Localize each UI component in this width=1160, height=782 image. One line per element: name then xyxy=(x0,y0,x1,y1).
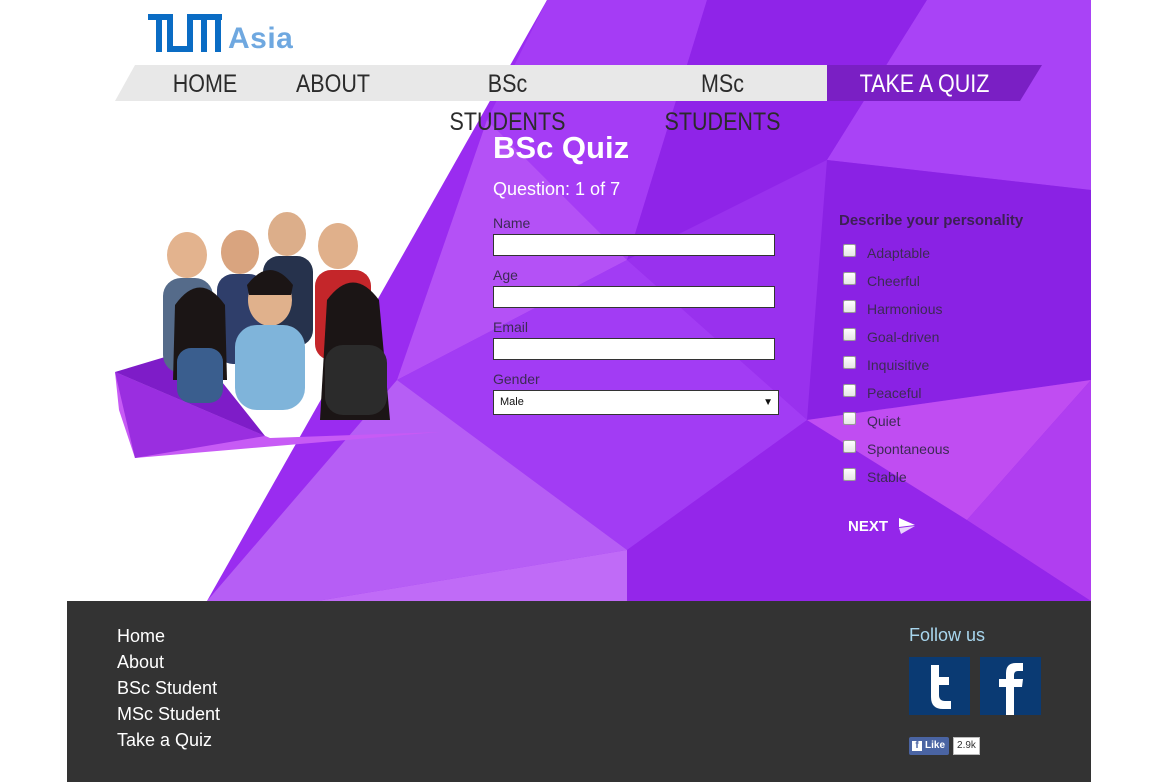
tum-logo-icon xyxy=(148,14,222,52)
quiz-title: BSc Quiz xyxy=(493,130,630,165)
name-label: Name xyxy=(493,215,531,231)
email-input[interactable] xyxy=(493,338,775,360)
gender-select-value: Male xyxy=(500,396,524,408)
next-label: NEXT xyxy=(848,517,889,535)
personality-option[interactable]: Peaceful xyxy=(843,381,922,401)
personality-option[interactable]: Cheerful xyxy=(843,269,920,289)
logo-text: Asia xyxy=(228,22,294,55)
checkbox-label: Adaptable xyxy=(867,245,931,261)
nav-msc-students[interactable]: MSc STUDENTS xyxy=(643,65,802,136)
facebook-icon[interactable] xyxy=(980,657,1041,715)
question-counter: Question: 1 of 7 xyxy=(493,179,621,199)
checkbox[interactable] xyxy=(843,383,856,397)
main-nav: HOME ABOUT BSc STUDENTS MSc STUDENTS TAK… xyxy=(115,65,1042,136)
footer-link-msc-student[interactable]: MSc Student xyxy=(117,704,220,725)
checkbox[interactable] xyxy=(843,439,856,453)
students-photo xyxy=(115,212,440,458)
footer-link-about[interactable]: About xyxy=(117,652,164,673)
checkbox[interactable] xyxy=(843,355,856,369)
checkbox-label: Harmonious xyxy=(867,301,943,317)
personality-title: Describe your personality xyxy=(839,212,1024,229)
footer-link-take-a-quiz[interactable]: Take a Quiz xyxy=(117,730,212,751)
nav-take-a-quiz[interactable]: TAKE A QUIZ xyxy=(858,65,991,101)
personality-option[interactable]: Spontaneous xyxy=(843,437,950,457)
facebook-f-icon: f xyxy=(912,741,922,751)
name-input[interactable] xyxy=(493,234,775,256)
checkbox[interactable] xyxy=(843,299,856,313)
page: Asia HOME ABOUT BSc STUDENTS MSc STUDENT… xyxy=(67,0,1091,782)
footer-link-home[interactable]: Home xyxy=(117,626,165,647)
checkbox-label: Cheerful xyxy=(867,273,920,289)
checkbox-label: Stable xyxy=(867,469,907,485)
follow-us-label: Follow us xyxy=(909,625,986,645)
like-count: 2.9k xyxy=(953,737,980,755)
personality-option[interactable]: Goal-driven xyxy=(843,325,940,345)
checkbox-label: Spontaneous xyxy=(867,441,950,457)
nav-home[interactable]: HOME xyxy=(162,65,248,101)
footer-link-bsc-student[interactable]: BSc Student xyxy=(117,678,217,699)
twitter-icon[interactable] xyxy=(909,657,970,715)
logo[interactable]: Asia xyxy=(148,12,294,55)
personality-option[interactable]: Quiet xyxy=(843,409,901,429)
checkbox[interactable] xyxy=(843,271,856,285)
checkbox-label: Inquisitive xyxy=(867,357,930,373)
checkbox[interactable] xyxy=(843,327,856,341)
personality-option[interactable]: Adaptable xyxy=(843,241,931,261)
personality-option[interactable]: Stable xyxy=(843,465,907,485)
like-label: Like xyxy=(925,740,946,751)
gender-label: Gender xyxy=(493,371,540,387)
checkbox[interactable] xyxy=(843,467,856,481)
age-label: Age xyxy=(493,267,518,283)
email-label: Email xyxy=(493,319,529,335)
gender-select[interactable]: Male ▼ xyxy=(493,390,779,415)
next-button[interactable]: NEXT xyxy=(848,517,916,535)
checkbox-label: Quiet xyxy=(867,413,901,429)
nav-bsc-students[interactable]: BSc STUDENTS xyxy=(428,65,587,136)
facebook-like-widget[interactable]: f Like 2.9k xyxy=(909,737,980,755)
arrow-right-icon xyxy=(899,518,916,534)
chevron-down-icon: ▼ xyxy=(763,397,773,408)
nav-about[interactable]: ABOUT xyxy=(290,65,376,101)
checkbox-label: Peaceful xyxy=(867,385,922,401)
personality-option[interactable]: Inquisitive xyxy=(843,353,930,373)
checkbox-label: Goal-driven xyxy=(867,329,940,345)
facebook-like-button[interactable]: f Like xyxy=(909,737,950,755)
personality-option[interactable]: Harmonious xyxy=(843,297,943,317)
checkbox[interactable] xyxy=(843,243,856,257)
age-input[interactable] xyxy=(493,286,775,308)
footer: Home About BSc Student MSc Student Take … xyxy=(67,601,1091,782)
checkbox[interactable] xyxy=(843,411,856,425)
